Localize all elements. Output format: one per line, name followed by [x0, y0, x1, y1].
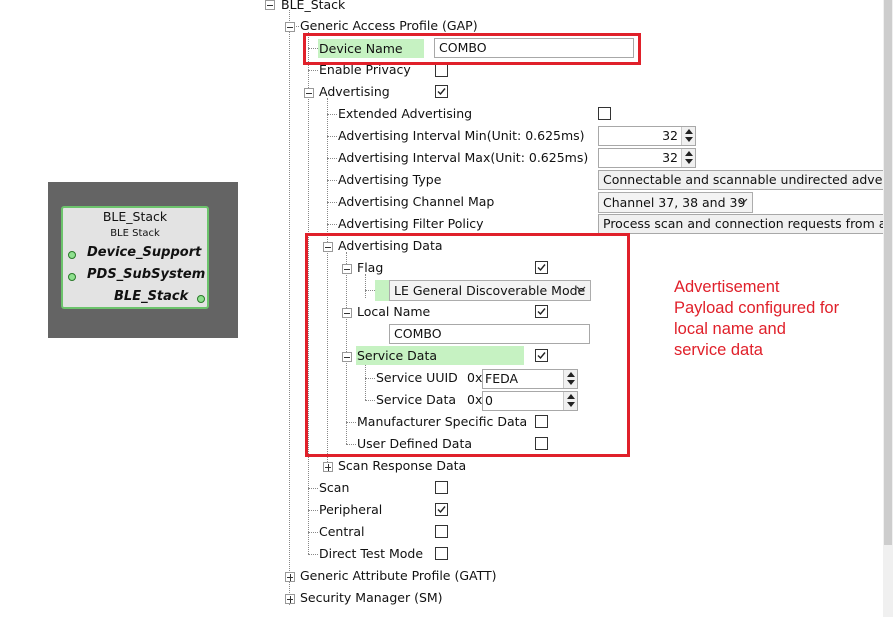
card-subtitle: BLE Stack	[110, 228, 160, 239]
scrollbar-thumb[interactable]	[884, 0, 892, 545]
advertising-label[interactable]: Advertising	[319, 84, 390, 100]
tree-line	[308, 532, 318, 533]
extended-advertising-label[interactable]: Extended Advertising	[338, 106, 472, 122]
peripheral-label[interactable]: Peripheral	[319, 502, 382, 518]
highlight-box-device-name	[303, 33, 641, 65]
tree-node-gap[interactable]: Generic Access Profile (GAP)	[300, 18, 478, 34]
tree-line	[327, 158, 337, 159]
tree-line	[289, 10, 290, 605]
annotation-line: Advertisement	[674, 278, 780, 296]
adv-interval-max-value: 32	[662, 150, 678, 165]
adv-interval-min-value: 32	[662, 128, 678, 143]
scan-label[interactable]: Scan	[319, 480, 349, 496]
ble-stack-component-card[interactable]: BLE_Stack BLE Stack Device_Support PDS_S…	[61, 206, 209, 309]
port-dot-icon[interactable]	[68, 251, 76, 259]
port-device-support: Device_Support	[87, 245, 202, 260]
adv-filter-policy-select[interactable]: Process scan and connection requests fro…	[598, 214, 888, 234]
adv-filter-policy-label[interactable]: Advertising Filter Policy	[338, 216, 484, 232]
adv-channel-map-value: Channel 37, 38 and 39	[603, 195, 746, 210]
check-icon	[437, 506, 446, 514]
highlight-box-advertising-data	[305, 233, 630, 457]
adv-interval-min-stepper[interactable]: 32	[598, 126, 696, 146]
check-icon	[437, 88, 446, 96]
tree-node-ble-stack[interactable]: BLE_Stack	[281, 0, 345, 13]
enable-privacy-checkbox[interactable]	[435, 64, 448, 77]
port-dot-icon[interactable]	[197, 295, 205, 303]
spin-buttons-icon[interactable]	[681, 149, 695, 167]
central-checkbox[interactable]	[435, 525, 448, 538]
collapse-icon[interactable]	[304, 88, 314, 98]
tree-node-sm[interactable]: Security Manager (SM)	[300, 590, 443, 606]
collapse-icon[interactable]	[285, 22, 295, 32]
scan-checkbox[interactable]	[435, 481, 448, 494]
tree-line	[308, 488, 318, 489]
tree-line	[308, 510, 318, 511]
expand-icon[interactable]	[285, 594, 295, 604]
annotation-line: local name and	[674, 320, 786, 338]
port-dot-icon[interactable]	[68, 273, 76, 281]
annotation-line: service data	[674, 341, 763, 359]
tree-line	[327, 136, 337, 137]
tree-line	[327, 180, 337, 181]
adv-channel-map-label[interactable]: Advertising Channel Map	[338, 194, 494, 210]
annotation-text: Advertisement Payload configured for loc…	[674, 277, 839, 361]
chevron-down-icon	[738, 198, 748, 204]
tree-line	[308, 554, 318, 555]
adv-type-select[interactable]: Connectable and scannable undirected adv…	[598, 170, 888, 190]
spin-buttons-icon[interactable]	[681, 127, 695, 145]
direct-test-mode-checkbox[interactable]	[435, 547, 448, 560]
annotation-line: Payload configured for	[674, 299, 840, 317]
direct-test-mode-label[interactable]: Direct Test Mode	[319, 546, 423, 562]
scan-response-data-label[interactable]: Scan Response Data	[338, 458, 466, 474]
tree-line	[327, 224, 337, 225]
expand-icon[interactable]	[323, 462, 333, 472]
adv-interval-max-stepper[interactable]: 32	[598, 148, 696, 168]
tree-line	[308, 70, 318, 71]
port-ble-stack: BLE_Stack	[114, 289, 189, 304]
adv-type-label[interactable]: Advertising Type	[338, 172, 441, 188]
collapse-icon[interactable]	[265, 0, 275, 10]
tree-line	[327, 114, 337, 115]
expand-icon[interactable]	[285, 572, 295, 582]
tree-line	[327, 202, 337, 203]
port-pds-subsystem: PDS_SubSystem	[87, 267, 206, 282]
advertising-checkbox[interactable]	[435, 85, 448, 98]
tree-node-gatt[interactable]: Generic Attribute Profile (GATT)	[300, 568, 497, 584]
adv-interval-min-label[interactable]: Advertising Interval Min(Unit: 0.625ms)	[338, 128, 585, 144]
adv-interval-max-label[interactable]: Advertising Interval Max(Unit: 0.625ms)	[338, 150, 588, 166]
peripheral-checkbox[interactable]	[435, 503, 448, 516]
card-title: BLE_Stack	[102, 209, 168, 224]
extended-advertising-checkbox[interactable]	[598, 107, 611, 120]
central-label[interactable]: Central	[319, 524, 365, 540]
adv-channel-map-select[interactable]: Channel 37, 38 and 39	[598, 192, 753, 213]
